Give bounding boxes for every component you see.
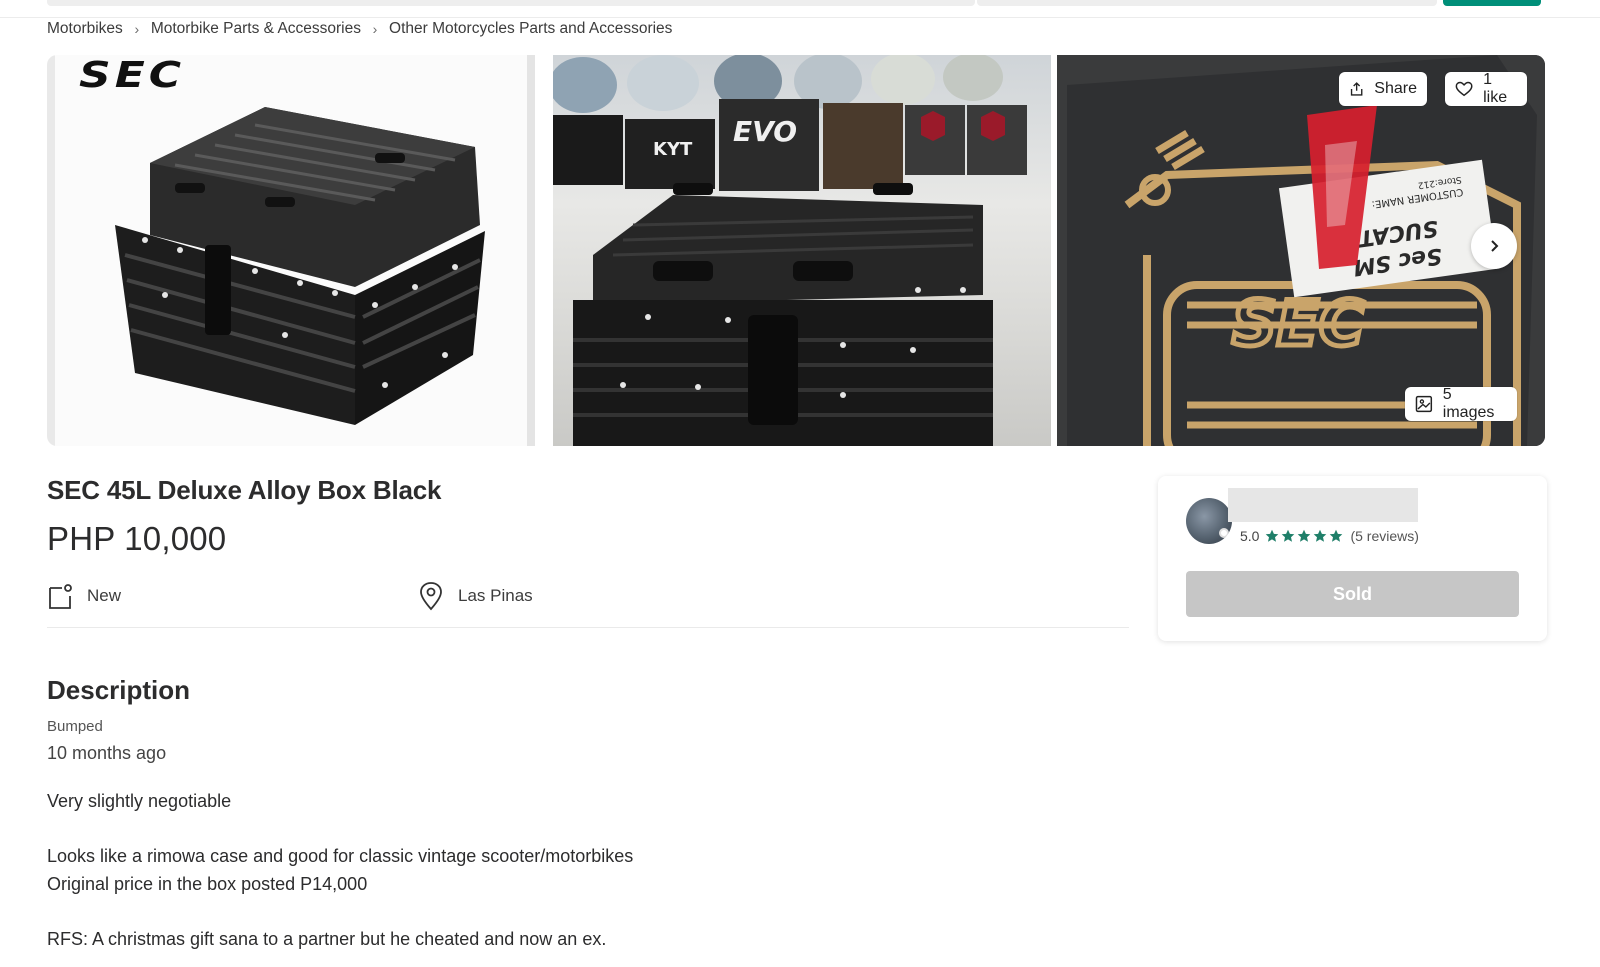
gallery-image-3[interactable]: SEC Sec SM SUCAT CUSTOMER NAME: Store:21…: [1057, 55, 1545, 446]
chevron-right-icon: ›: [372, 21, 378, 37]
location-info: Las Pinas: [418, 580, 533, 612]
location-value[interactable]: Las Pinas: [458, 586, 533, 606]
gallery-image-2[interactable]: EVO KYT: [553, 55, 1051, 446]
gallery-image-1[interactable]: SEC: [47, 55, 535, 446]
review-count: (5 reviews): [1350, 528, 1419, 544]
star-icon: [1282, 529, 1295, 542]
breadcrumb-item-other-parts[interactable]: Other Motorcycles Parts and Accessories: [389, 20, 672, 38]
avatar[interactable]: [1186, 498, 1232, 544]
condition-info: New: [47, 580, 121, 612]
star-icon: [1330, 529, 1343, 542]
share-label: Share: [1374, 80, 1417, 97]
image-count: 5 images: [1442, 386, 1495, 421]
kyt-sign: KYT: [653, 139, 693, 160]
description-body: Very slightly negotiable Looks like a ri…: [47, 788, 947, 953]
carton-logo: SEC: [1232, 287, 1365, 360]
listing-title: SEC 45L Deluxe Alloy Box Black: [47, 475, 442, 505]
next-image-button[interactable]: [1471, 223, 1517, 269]
description-line: [47, 816, 947, 844]
share-button[interactable]: Share: [1339, 72, 1427, 106]
description-line: Very slightly negotiable: [47, 791, 232, 811]
seller-rating[interactable]: 5.0 (5 reviews): [1240, 528, 1419, 544]
breadcrumb: Motorbikes › Motorbike Parts & Accessori…: [47, 19, 672, 39]
chevron-right-icon: [1491, 240, 1499, 252]
verified-badge-icon: [1219, 528, 1229, 538]
description-line: [47, 898, 947, 926]
search-button-edge[interactable]: [1443, 0, 1541, 6]
location-pin-icon: [420, 582, 442, 611]
view-all-images-button[interactable]: 5 images: [1405, 386, 1517, 421]
star-icon: [1314, 529, 1327, 542]
image-gallery: SEC EVO KYT SEC Sec SM SUCAT CUSTOMER NA…: [47, 55, 1545, 446]
evo-sign: EVO: [733, 115, 797, 148]
breadcrumb-item-motorbikes[interactable]: Motorbikes: [47, 20, 123, 38]
alloy-box-illustration: [115, 107, 485, 425]
listing-price: PHP 10,000: [47, 520, 227, 557]
location-bar-edge[interactable]: [977, 0, 1437, 6]
image-gallery-icon: [1415, 395, 1433, 413]
bumped-time: 10 months ago: [47, 743, 167, 763]
like-count: 1 like: [1483, 71, 1508, 106]
description-heading: Description: [47, 675, 191, 705]
store-display-illustration: EVO KYT: [553, 55, 1027, 446]
bumped-label: Bumped: [47, 718, 103, 735]
share-icon: [1350, 82, 1363, 96]
condition-tag-icon: [49, 584, 72, 609]
condition-value: New: [87, 586, 122, 605]
seller-name-redacted[interactable]: [1228, 488, 1418, 522]
like-button[interactable]: 1 like: [1445, 71, 1527, 106]
section-divider: [47, 627, 1129, 628]
star-icon: [1298, 529, 1311, 542]
top-nav-strip: [0, 0, 1600, 18]
description-line: Original price in the box posted P14,000: [47, 873, 368, 894]
seller-card: 5.0 (5 reviews) Sold: [1158, 476, 1547, 641]
rating-score: 5.0: [1240, 528, 1260, 544]
description-line: Looks like a rimowa case and good for cl…: [47, 846, 634, 866]
chevron-right-icon: ›: [134, 21, 140, 37]
heart-icon: [1455, 81, 1473, 97]
sold-button[interactable]: Sold: [1186, 571, 1519, 617]
search-bar-edge[interactable]: [47, 0, 975, 6]
description-line: RFS: A christmas gift sana to a partner …: [47, 928, 607, 949]
star-icon: [1266, 529, 1279, 542]
breadcrumb-item-parts[interactable]: Motorbike Parts & Accessories: [151, 20, 361, 38]
rating-stars: [1265, 529, 1343, 543]
